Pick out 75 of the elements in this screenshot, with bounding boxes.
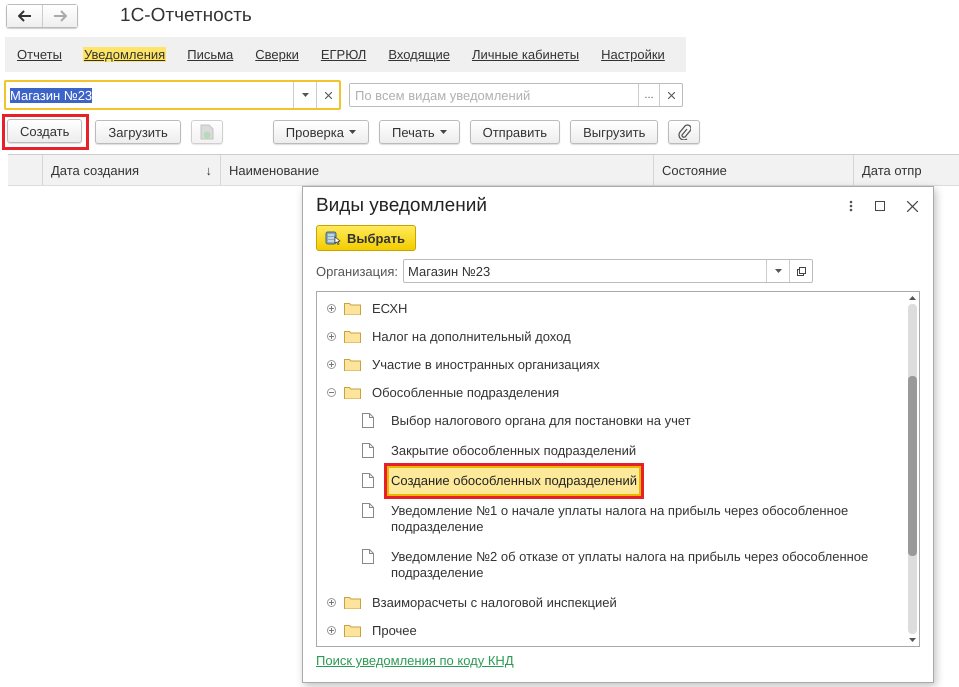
field-label: Организация:	[316, 264, 398, 278]
tab[interactable]: Письма	[186, 47, 234, 62]
tree-item[interactable]: Прочее	[327, 616, 905, 644]
back-button[interactable]	[7, 5, 42, 27]
tab[interactable]: Личные кабинеты	[470, 47, 580, 62]
tree-item[interactable]: Уведомление №2 об отказе от уплаты налога на прибыль через обособленное подразделение	[387, 542, 887, 588]
paperclip-icon	[677, 124, 692, 140]
list-select-icon	[325, 231, 341, 245]
toolbar-button[interactable]: Создать	[7, 119, 82, 143]
organization-field[interactable]: Магазин №23	[4, 80, 341, 110]
tab[interactable]: Входящие	[387, 47, 451, 62]
collapse-icon[interactable]	[327, 388, 336, 396]
column-header[interactable]: Дата отпр	[862, 162, 922, 178]
document-icon	[362, 473, 374, 488]
expand-icon[interactable]	[327, 304, 336, 312]
tree-item[interactable]: Налог на дополнительный доход	[327, 322, 905, 350]
open-icon[interactable]	[796, 266, 806, 276]
attach-button[interactable]	[668, 120, 700, 144]
scroll-up-icon[interactable]	[908, 296, 916, 300]
document-icon	[362, 503, 374, 518]
maximize-icon[interactable]	[875, 201, 885, 211]
back-arrow-icon	[18, 10, 32, 22]
tree-item[interactable]: ЕСХН	[327, 294, 905, 322]
clear-icon[interactable]	[668, 92, 674, 98]
folder-icon	[344, 302, 361, 314]
document-icon	[362, 443, 374, 458]
document-icon	[362, 413, 374, 428]
expand-icon[interactable]	[327, 598, 336, 606]
window-title: 1С-Отчетность	[120, 5, 252, 27]
tree-item[interactable]: Выбор налогового органа для постановки на учет	[387, 406, 695, 436]
expand-icon[interactable]	[327, 332, 336, 340]
select-button[interactable]: ...	[638, 84, 659, 106]
toolbar-button[interactable]: Выгрузить	[570, 120, 658, 144]
folder-icon	[344, 386, 361, 398]
scroll-down-icon[interactable]	[908, 638, 916, 642]
expand-icon[interactable]	[327, 626, 336, 634]
tree-item[interactable]: Обособленные подразделения	[327, 378, 905, 406]
tab[interactable]: Отчеты	[16, 47, 63, 62]
tree-item[interactable]: Уведомление №1 о начале уплаты налога на прибыль через обособленное подразделение	[387, 496, 887, 542]
toolbar-button[interactable]: Загрузить	[95, 120, 181, 144]
folder-icon	[344, 330, 361, 342]
folder-icon	[344, 624, 361, 636]
folder-icon	[344, 358, 361, 370]
menu-button[interactable]: Проверка	[272, 120, 369, 144]
organization-field[interactable]: Магазин №23	[403, 259, 814, 283]
more-icon[interactable]	[849, 200, 853, 212]
tab[interactable]: Уведомления	[82, 47, 166, 62]
clear-icon[interactable]	[324, 92, 332, 98]
caret-icon	[349, 130, 356, 134]
tree-item[interactable]: Создание обособленных подразделений	[387, 466, 641, 496]
expand-icon[interactable]	[327, 360, 336, 368]
sort-arrow[interactable]: ↓	[206, 162, 212, 178]
dropdown-icon[interactable]	[302, 93, 308, 97]
search-link[interactable]: Поиск уведомления по коду КНД	[316, 653, 514, 668]
column-header[interactable]: Состояние	[662, 162, 727, 178]
folder-icon	[344, 596, 361, 608]
tab[interactable]: Настройки	[600, 47, 666, 62]
kind-field[interactable]: По всем видам уведомлений ...	[349, 83, 683, 107]
close-icon[interactable]	[907, 200, 918, 212]
dialog-title: Виды уведомлений	[316, 195, 487, 217]
menu-button[interactable]: Печать	[379, 120, 460, 144]
caret-icon	[440, 130, 447, 134]
tree-item[interactable]: Взаиморасчеты с налоговой инспекцией	[327, 588, 905, 616]
column-header[interactable]: Наименование	[229, 162, 320, 178]
column-header[interactable]: Дата создания	[51, 162, 140, 178]
tree-item[interactable]: Закрытие обособленных подразделений	[387, 436, 640, 466]
tab[interactable]: Сверки	[254, 47, 300, 62]
dropdown-icon[interactable]	[774, 269, 782, 273]
document-icon	[362, 549, 374, 564]
tree-item[interactable]: Участие в иностранных организациях	[327, 350, 905, 378]
choose-button[interactable]: Выбрать	[316, 225, 416, 251]
forward-arrow-icon	[53, 10, 67, 22]
tab[interactable]: ЕГРЮЛ	[320, 47, 368, 62]
document-add-icon	[200, 124, 214, 140]
toolbar-button[interactable]: Отправить	[470, 120, 560, 144]
